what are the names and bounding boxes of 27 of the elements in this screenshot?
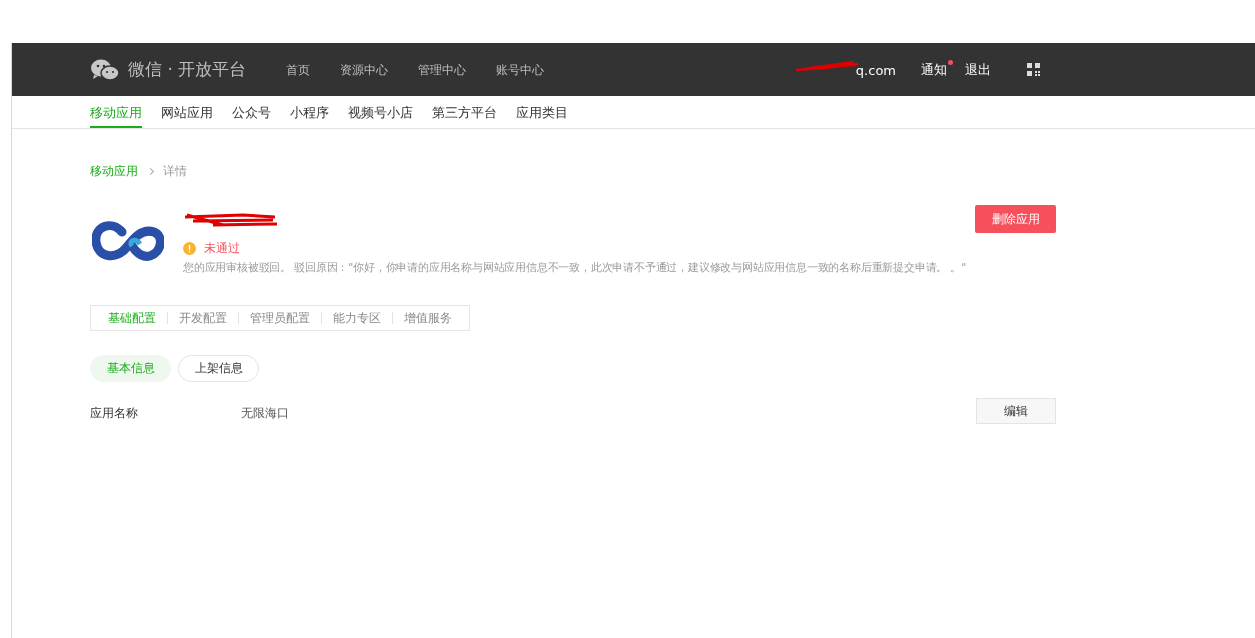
category-tab[interactable]: 应用类目: [516, 96, 568, 128]
nav-link[interactable]: 资源中心: [340, 60, 389, 79]
category-tab[interactable]: 小程序: [290, 96, 329, 128]
edit-button[interactable]: 编辑: [976, 397, 1056, 424]
rejection-message: 您的应用审核被驳回。 驳回原因："你好，你申请的应用名称与网站应用信息不一致，此次申请不予通过，建议修改与网站应用信息一致的名称后重新提交申请。 。": [183, 260, 968, 276]
config-tab[interactable]: 开发配置: [168, 308, 238, 327]
config-tab[interactable]: 增值服务: [393, 308, 463, 327]
field-value: 无限海口: [241, 404, 289, 422]
category-tab[interactable]: 视频号小店: [348, 96, 413, 128]
wechat-logo-icon: [90, 57, 120, 82]
category-tab[interactable]: 公众号: [232, 96, 271, 128]
notice-link[interactable]: 通知: [921, 59, 947, 80]
logout-link[interactable]: 退出: [965, 59, 991, 80]
category-tab[interactable]: 网站应用: [161, 96, 213, 128]
field-label: 应用名称: [90, 404, 139, 422]
review-status: 未通过: [204, 240, 240, 257]
info-tab[interactable]: 上架信息: [178, 354, 259, 382]
category-tab[interactable]: 第三方平台: [432, 96, 497, 128]
account-email[interactable]: q.com: [807, 62, 896, 78]
nav-link[interactable]: 账号中心: [496, 60, 545, 79]
nav-link[interactable]: 首页: [286, 60, 311, 79]
brand-title: 微信 · 开放平台: [128, 57, 247, 81]
warning-icon: [183, 241, 196, 255]
nav-link[interactable]: 管理中心: [418, 60, 467, 79]
config-tab[interactable]: 能力专区: [322, 308, 392, 327]
config-tab[interactable]: 管理员配置: [239, 308, 321, 327]
qr-code-icon[interactable]: [1027, 63, 1040, 76]
